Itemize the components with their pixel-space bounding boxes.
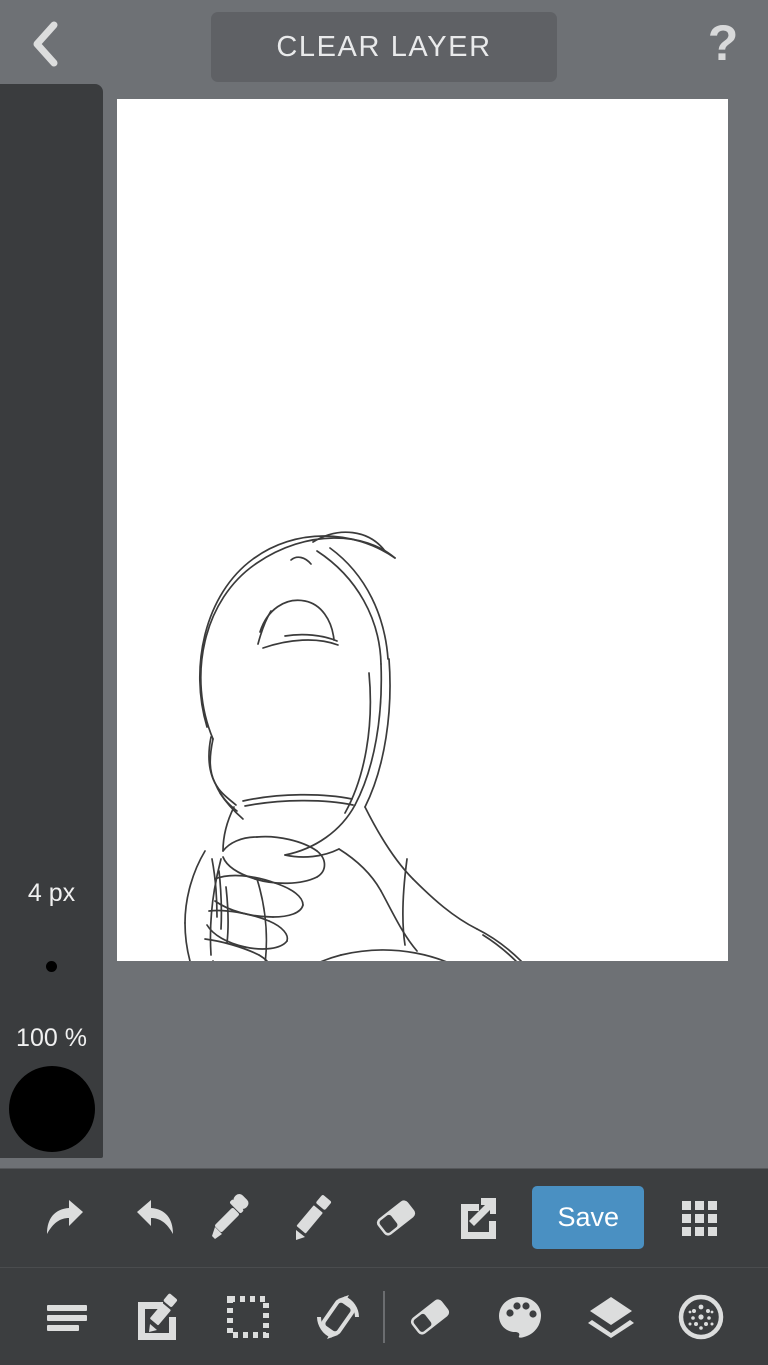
drawing-app-screen: CLEAR LAYER ? 4 px 100 % Save xyxy=(0,0,768,1365)
help-button[interactable]: ? xyxy=(692,10,754,76)
external-link-icon xyxy=(454,1194,500,1242)
secondary-toolbar xyxy=(0,1267,768,1365)
brush-size-slider[interactable] xyxy=(0,954,103,978)
color-swatch-circle xyxy=(8,1066,95,1152)
pencil-icon xyxy=(292,1194,336,1242)
brush-texture-circle-icon xyxy=(677,1293,725,1341)
drawing-canvas[interactable] xyxy=(117,99,728,961)
menu-button[interactable] xyxy=(22,1268,112,1365)
undo-arrow-icon xyxy=(45,1196,93,1240)
canvas-artwork xyxy=(184,531,523,961)
back-button[interactable] xyxy=(14,12,76,76)
layers-button[interactable] xyxy=(566,1268,656,1365)
brush-size-dot xyxy=(46,960,57,972)
pencil-button[interactable] xyxy=(273,1169,355,1266)
eraser-tool-button[interactable] xyxy=(385,1268,475,1365)
clear-layer-button[interactable]: CLEAR LAYER xyxy=(211,12,557,82)
undo-button[interactable] xyxy=(28,1169,110,1266)
save-button[interactable]: Save xyxy=(532,1186,645,1249)
palette-button[interactable] xyxy=(475,1268,565,1365)
left-tool-sidebar: 4 px 100 % xyxy=(0,84,103,1158)
brush-settings-button[interactable] xyxy=(656,1268,746,1365)
save-button-label: Save xyxy=(557,1202,620,1232)
brush-size-value: 4 px xyxy=(27,879,76,907)
chevron-left-icon xyxy=(30,21,60,67)
selection-marquee-icon xyxy=(225,1294,271,1340)
more-options-button[interactable] xyxy=(658,1169,740,1266)
rotate-canvas-icon xyxy=(313,1292,363,1342)
redo-button[interactable] xyxy=(110,1169,192,1266)
export-button[interactable] xyxy=(437,1169,519,1266)
layers-icon xyxy=(587,1294,635,1340)
eyedropper-icon xyxy=(209,1193,255,1242)
eyedropper-button[interactable] xyxy=(191,1169,273,1266)
question-mark-icon: ? xyxy=(707,15,739,71)
select-button[interactable] xyxy=(203,1268,293,1365)
eraser-icon xyxy=(371,1196,421,1240)
opacity-value: 100 % xyxy=(16,1024,87,1052)
redo-arrow-icon xyxy=(127,1196,175,1240)
primary-toolbar: Save xyxy=(0,1168,768,1267)
header-bar: CLEAR LAYER ? xyxy=(0,0,768,88)
edit-square-pencil-icon xyxy=(133,1293,181,1341)
palette-icon xyxy=(496,1294,544,1340)
grid-apps-icon xyxy=(677,1196,721,1240)
page-title: CLEAR LAYER xyxy=(276,30,492,63)
eraser-icon xyxy=(405,1293,455,1341)
hamburger-menu-icon xyxy=(44,1297,90,1337)
edit-button[interactable] xyxy=(112,1268,202,1365)
rotate-canvas-button[interactable] xyxy=(293,1268,383,1365)
eraser-button[interactable] xyxy=(355,1169,437,1266)
color-swatch-button[interactable] xyxy=(0,1064,103,1154)
